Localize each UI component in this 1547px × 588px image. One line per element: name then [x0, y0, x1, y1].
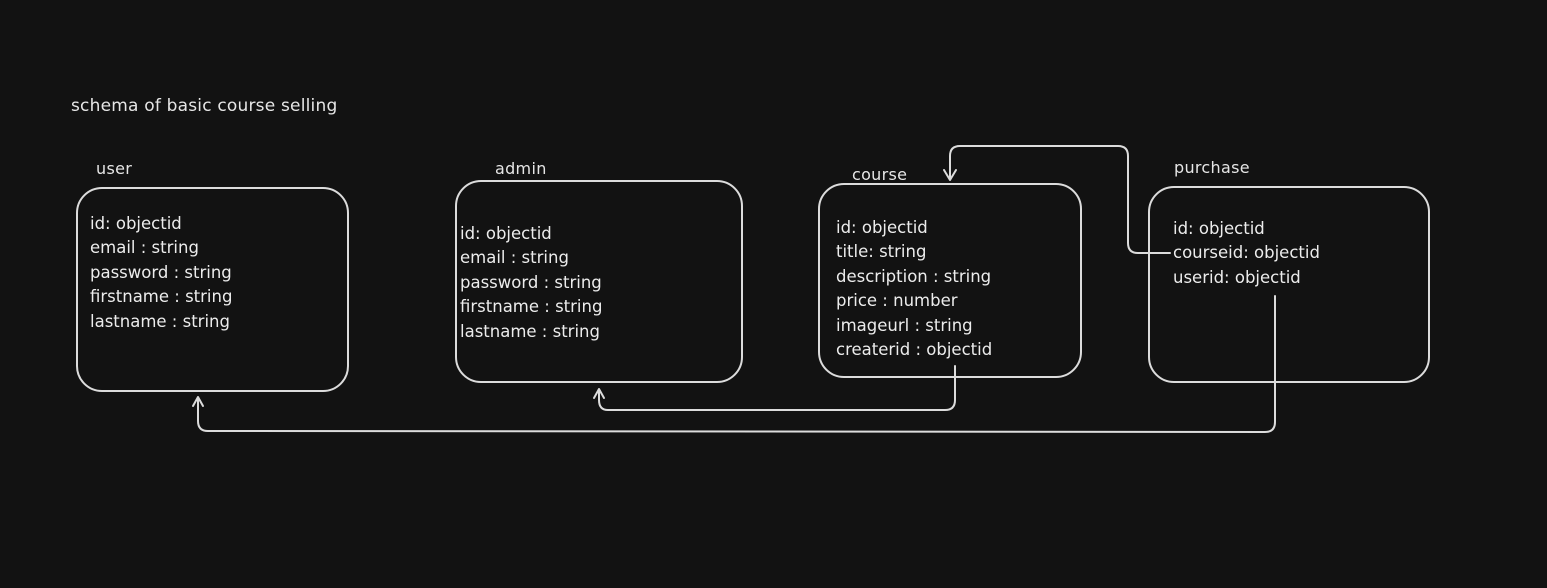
arrow-course-createrid-to-admin	[598, 365, 956, 411]
relation-arrows	[192, 145, 1276, 433]
arrow-purchase-courseid-to-course	[949, 145, 1171, 254]
arrow-purchase-userid-to-user	[197, 295, 1276, 433]
diagram-canvas: schema of basic course selling user id: …	[0, 0, 1547, 588]
